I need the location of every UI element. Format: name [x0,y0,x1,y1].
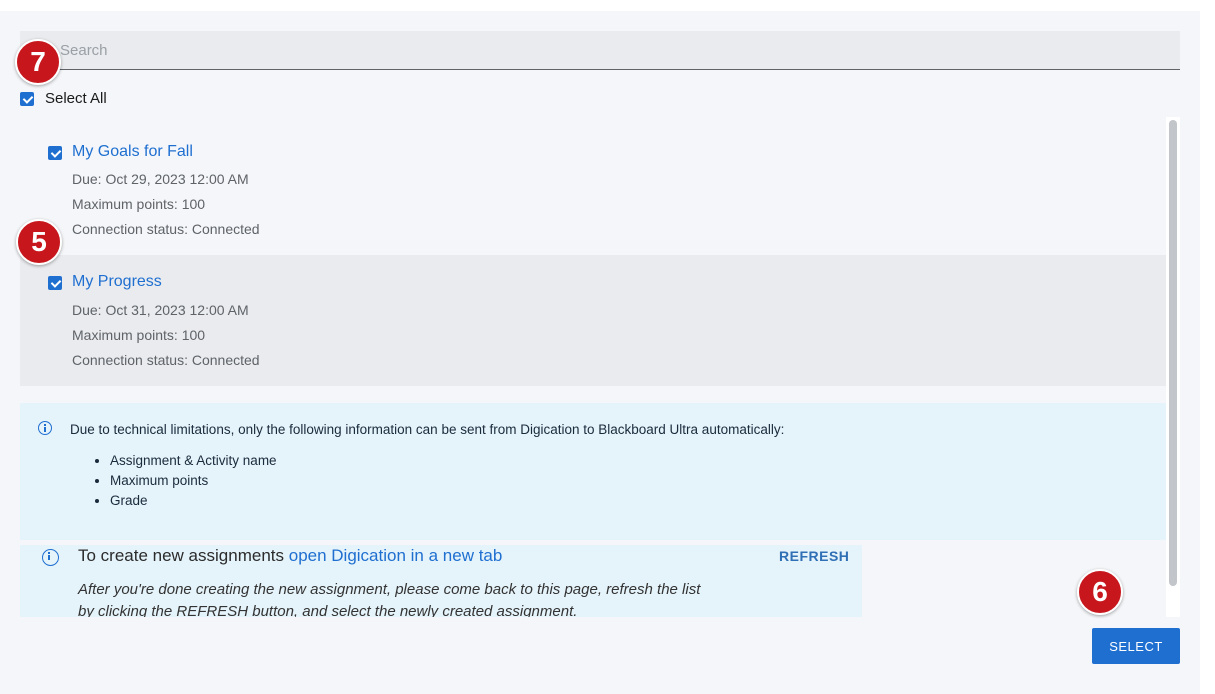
assignment-max-points: Maximum points: 100 [72,196,206,212]
select-button[interactable]: SELECT [1092,628,1180,664]
create-assignment-note: After you're done creating the new assig… [78,579,700,617]
assignment-connection-status: Connection status: Connected [72,352,260,368]
create-note-line: After you're done creating the new assig… [78,581,701,598]
assignment-title[interactable]: My Progress [72,273,162,291]
step-badge-7: 7 [15,39,61,85]
assignment-due-date: Due: Oct 29, 2023 12:00 AM [72,171,249,187]
assignment-checkbox[interactable] [48,146,62,160]
refresh-button[interactable]: REFRESH [779,548,849,564]
notice-list-item: Maximum points [110,471,277,491]
info-icon [42,549,59,566]
notice-list: Assignment & Activity name Maximum point… [90,451,277,511]
assignment-max-points: Maximum points: 100 [72,327,206,343]
info-icon [38,421,52,435]
open-digication-link[interactable]: open Digication in a new tab [289,546,503,565]
create-note-line: by clicking the REFRESH button, and sele… [78,603,578,617]
scrollbar-thumb[interactable] [1169,120,1177,586]
assignment-connection-status: Connection status: Connected [72,221,260,237]
step-badge-5: 5 [16,219,62,265]
assignment-title[interactable]: My Goals for Fall [72,143,193,161]
select-all-checkbox[interactable] [20,92,34,106]
create-prefix-text: To create new assignments [78,546,284,565]
notice-list-item: Assignment & Activity name [110,451,277,471]
search-input[interactable] [20,31,1180,70]
assignment-due-date: Due: Oct 31, 2023 12:00 AM [72,302,249,318]
limitations-notice: Due to technical limitations, only the f… [20,403,1166,540]
notice-list-item: Grade [110,491,277,511]
select-all-label: Select All [45,90,107,107]
create-assignment-text: To create new assignments open Digicatio… [78,546,502,566]
create-assignment-box: To create new assignments open Digicatio… [20,545,862,617]
notice-text: Due to technical limitations, only the f… [70,422,785,437]
assignment-list[interactable]: My Goals for Fall Due: Oct 29, 2023 12:0… [20,120,1166,617]
list-item[interactable]: My Goals for Fall Due: Oct 29, 2023 12:0… [20,120,1166,251]
assignment-checkbox[interactable] [48,276,62,290]
list-item[interactable]: My Progress Due: Oct 31, 2023 12:00 AM M… [20,255,1166,386]
step-badge-6: 6 [1077,569,1123,615]
